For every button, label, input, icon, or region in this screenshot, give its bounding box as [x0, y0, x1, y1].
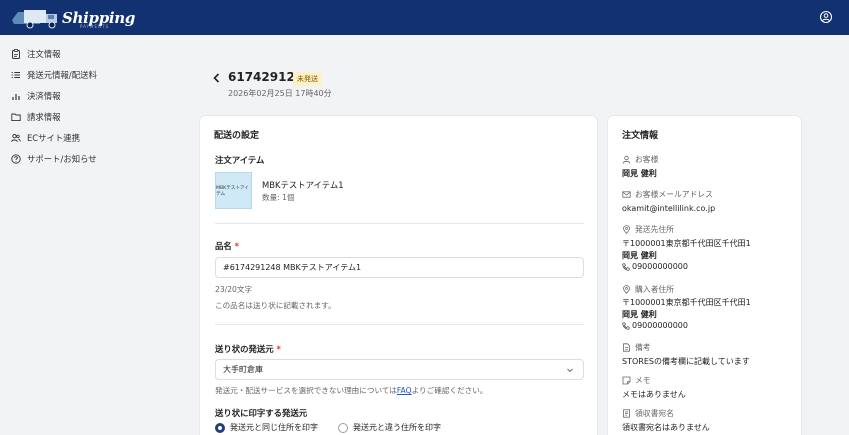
sender-select[interactable]: 大手町倉庫: [215, 359, 584, 380]
buyer-phone: 09000000000: [622, 321, 688, 330]
ship-address: 〒1000001東京都千代田区千代田1: [622, 239, 751, 248]
sidebar-item-ec-integration[interactable]: ECサイト連携: [11, 130, 80, 146]
faq-link[interactable]: FAQ: [397, 386, 412, 395]
customer-name: 岡見 健利: [622, 169, 657, 178]
sidebar-item-label: 発送元情報/配送料: [27, 70, 97, 80]
divider: [215, 324, 584, 325]
phone-icon: [622, 321, 630, 330]
sidebar-item-label: 決済情報: [27, 91, 61, 101]
hint-text: 発送元・配送サービスを選択できない理由については: [215, 386, 397, 395]
user-icon: [622, 155, 631, 164]
product-name-input[interactable]: #6174291248 MBKテストアイテム1: [215, 257, 584, 278]
document-icon: [623, 343, 630, 352]
ship-name: 岡見 健利: [622, 251, 657, 260]
divider: [215, 223, 584, 224]
char-count: 23/20文字: [215, 285, 253, 294]
user-account-icon[interactable]: [819, 10, 833, 24]
input-value: #6174291248 MBKテストアイテム1: [223, 263, 362, 272]
memo-value: メモはありません: [622, 390, 686, 399]
sidebar: 注文情報 発送元情報/配送料 決済情報 請求情報 ECサイト連携 サポート/お知…: [0, 35, 190, 435]
ship-phone: 09000000000: [622, 262, 688, 271]
label-text: メモ: [635, 376, 651, 385]
label-text: 発送先住所: [635, 225, 674, 234]
mail-icon: [622, 191, 631, 198]
item-name: MBKテストアイテム1: [262, 180, 344, 190]
users-icon: [11, 134, 21, 142]
truck-logo-icon: [12, 9, 57, 28]
customer-label: お客様: [622, 154, 658, 165]
label-text: 購入者住所: [635, 285, 674, 294]
shipping-settings-card: 配送の設定 注文アイテム MBKテストアイテム MBKテストアイテム1 数量: …: [200, 116, 597, 435]
card-title: 配送の設定: [214, 131, 260, 141]
buyer-name: 岡見 健利: [622, 310, 657, 319]
sender-hint: 発送元・配送サービスを選択できない理由についてはFAQよりご確認ください。: [215, 385, 487, 396]
ship-address-label: 発送先住所: [622, 224, 674, 235]
sidebar-item-shipping-origin[interactable]: 発送元情報/配送料: [11, 67, 97, 83]
map-pin-icon: [623, 285, 630, 294]
order-info-card: 注文情報 お客様 岡見 健利 お客様メールアドレス okamit@intelli…: [608, 116, 801, 435]
sidebar-item-label: 請求情報: [27, 112, 61, 122]
radio-different-address[interactable]: 発送元と違う住所を印字: [338, 422, 441, 433]
back-arrow-icon[interactable]: [212, 72, 222, 84]
buyer-address-label: 購入者住所: [622, 284, 674, 295]
note-value: STORESの備考欄に記載しています: [622, 357, 750, 366]
radio-label: 発送元と同じ住所を印字: [230, 423, 318, 432]
required-mark: *: [234, 241, 240, 251]
label-text: 領収書宛名: [635, 409, 674, 418]
map-pin-icon: [623, 225, 630, 234]
memo-label: メモ: [622, 375, 651, 386]
sidebar-item-support[interactable]: サポート/お知らせ: [11, 151, 97, 167]
list-icon: [11, 71, 20, 79]
card-title: 注文情報: [622, 131, 659, 141]
help-circle-icon: [11, 154, 21, 164]
phone-icon: [622, 262, 630, 271]
bar-chart-icon: [12, 94, 20, 100]
sidebar-item-payments[interactable]: 決済情報: [11, 88, 61, 104]
customer-email: okamit@intellilink.co.jp: [622, 204, 716, 213]
product-name-hint: この品名は送り状に記載されます。: [215, 301, 336, 310]
sidebar-item-label: ECサイト連携: [27, 133, 81, 143]
app-logo[interactable]: Shipping PAYMENTS: [10, 4, 135, 31]
sender-label: 送り状の発送元 *: [215, 343, 281, 355]
radio-same-address[interactable]: 発送元と同じ住所を印字: [215, 422, 318, 433]
email-label: お客様メールアドレス: [622, 189, 713, 200]
radio-unselected-icon: [338, 422, 348, 433]
label-text: 送り状の発送元: [215, 344, 274, 354]
label-text: お客様メールアドレス: [635, 190, 713, 199]
chevron-down-icon: [567, 368, 573, 373]
sidebar-item-billing[interactable]: 請求情報: [11, 109, 61, 125]
top-bar: Shipping PAYMENTS: [0, 0, 849, 35]
clipboard-icon: [12, 49, 20, 59]
radio-selected-icon: [215, 422, 225, 433]
thumbnail-text: MBKテストアイテム: [216, 185, 249, 197]
required-mark: *: [276, 344, 281, 354]
note-icon: [622, 376, 631, 385]
items-label: 注文アイテム: [215, 155, 265, 165]
logo-subtext: PAYMENTS: [80, 24, 109, 29]
hint-text: よりご確認ください。: [411, 386, 488, 395]
phone-text: 09000000000: [632, 321, 688, 330]
radio-label: 発送元と違う住所を印字: [353, 423, 441, 432]
sidebar-item-label: サポート/お知らせ: [27, 154, 97, 164]
print-sender-label: 送り状に印字する発送元: [215, 408, 308, 418]
product-name-label: 品名 *: [215, 240, 239, 252]
status-badge: 未発送: [293, 72, 322, 86]
buyer-address: 〒1000001東京都千代田区千代田1: [622, 298, 751, 307]
receipt-label: 領収書宛名: [622, 408, 674, 419]
sidebar-item-orders[interactable]: 注文情報: [11, 46, 61, 62]
folder-icon: [11, 113, 21, 122]
label-text: 品名: [215, 241, 232, 251]
note-label: 備考: [622, 342, 651, 353]
label-text: 備考: [635, 343, 651, 352]
phone-text: 09000000000: [632, 262, 688, 271]
select-value: 大手町倉庫: [223, 365, 263, 374]
item-quantity: 数量: 1個: [262, 193, 295, 202]
receipt-icon: [623, 409, 630, 418]
receipt-value: 領収書宛名はありません: [622, 423, 710, 432]
label-text: お客様: [635, 155, 659, 164]
order-date: 2026年02月25日 17時40分: [228, 89, 332, 98]
sidebar-item-label: 注文情報: [27, 49, 61, 59]
item-thumbnail: MBKテストアイテム: [215, 172, 252, 209]
